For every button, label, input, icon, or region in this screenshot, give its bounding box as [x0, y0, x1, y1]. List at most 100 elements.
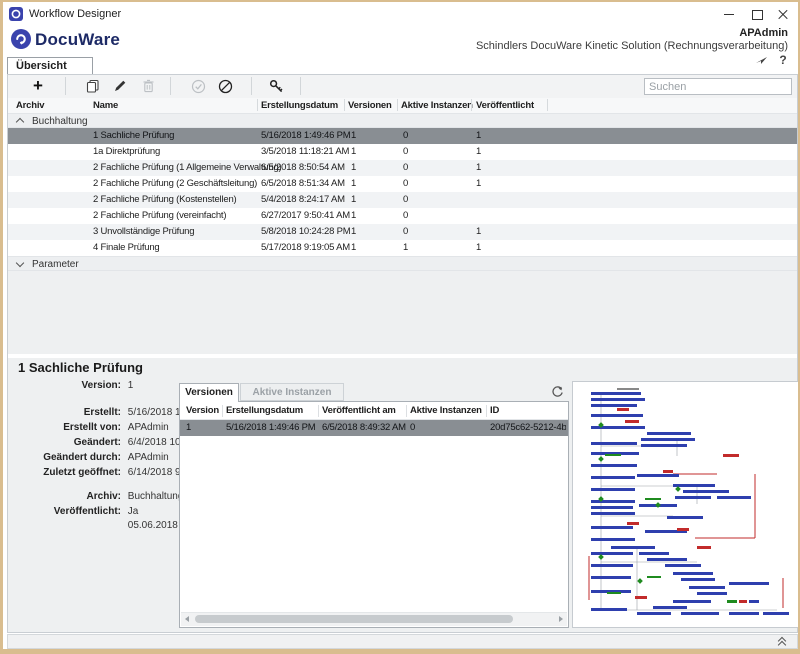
pencil-icon	[113, 79, 127, 93]
field-value: APAdmin	[128, 422, 169, 433]
row-versions: 1	[351, 176, 356, 192]
close-button[interactable]	[774, 7, 792, 22]
table-header: Archiv Name Erstellungsdatum Versionen A…	[8, 98, 797, 114]
versions-table: Version Erstellungsdatum Veröffentlicht …	[179, 401, 569, 628]
row-created: 6/27/2017 9:50:41 AM	[261, 208, 350, 224]
row-active: 0	[403, 176, 408, 192]
table-row[interactable]: 3 Unvollständige Prüfung 5/8/2018 10:24:…	[8, 224, 797, 240]
pin-icon[interactable]	[754, 53, 768, 66]
refresh-button[interactable]	[549, 384, 565, 400]
unpublish-button[interactable]	[212, 76, 238, 96]
column-header-name[interactable]: Name	[93, 98, 118, 113]
horizontal-scrollbar[interactable]	[181, 612, 567, 626]
help-icon[interactable]: ?	[776, 53, 790, 66]
vcolumn-erstellungsdatum[interactable]: Erstellungsdatum	[226, 403, 303, 419]
vcolumn-version[interactable]: Version	[186, 403, 219, 419]
check-circle-icon	[191, 79, 206, 94]
group-header-buchhaltung[interactable]: Buchhaltung	[8, 113, 797, 128]
scroll-left-arrow-icon[interactable]	[185, 616, 189, 622]
search-input[interactable]	[644, 78, 792, 95]
row-name: 2 Fachliche Prüfung (vereinfacht)	[93, 208, 226, 224]
table-row[interactable]: 1a Direktprüfung 3/5/2018 11:18:21 AM 1 …	[8, 144, 797, 160]
minimize-button[interactable]	[720, 7, 738, 22]
collapse-panel-button[interactable]	[775, 636, 789, 648]
scroll-right-arrow-icon[interactable]	[559, 616, 563, 622]
edit-button[interactable]	[107, 76, 133, 96]
copy-icon	[86, 79, 100, 93]
vrow-published-at: 6/5/2018 8:49:32 AM	[322, 420, 408, 436]
publish-button[interactable]	[185, 76, 211, 96]
detail-field: Veröffentlicht: Ja	[16, 505, 138, 519]
row-name: 2 Fachliche Prüfung (Kostenstellen)	[93, 192, 237, 208]
field-label: Geändert:	[16, 436, 121, 450]
workflow-preview-panel[interactable]	[572, 381, 799, 628]
permissions-button[interactable]	[263, 76, 289, 96]
row-active: 0	[403, 192, 408, 208]
vcolumn-aktive-instanzen[interactable]: Aktive Instanzen	[410, 403, 482, 419]
scrollbar-thumb[interactable]	[195, 615, 513, 623]
row-versions: 1	[351, 192, 356, 208]
vrow-created: 5/16/2018 1:49:46 PM	[226, 420, 320, 436]
row-active: 1	[403, 240, 408, 256]
add-workflow-button[interactable]: +	[25, 76, 51, 96]
plus-icon: +	[33, 77, 43, 95]
delete-button[interactable]	[135, 76, 161, 96]
row-created: 6/5/2018 8:51:34 AM	[261, 176, 345, 192]
row-published: 1	[476, 128, 481, 144]
table-row[interactable]: 2 Fachliche Prüfung (Kostenstellen) 5/4/…	[8, 192, 797, 208]
column-header-archiv[interactable]: Archiv	[16, 98, 44, 113]
column-header-erstellungsdatum[interactable]: Erstellungsdatum	[261, 98, 338, 113]
table-row[interactable]: 1 Sachliche Prüfung 5/16/2018 1:49:46 PM…	[8, 128, 797, 144]
group-label: Parameter	[32, 257, 79, 272]
row-published: 1	[476, 176, 481, 192]
column-header-veroeffentlicht[interactable]: Veröffentlicht	[476, 98, 534, 113]
vcolumn-id[interactable]: ID	[490, 403, 499, 419]
vrow-id: 20d75c62-5212-4bbe-9e14-e	[490, 420, 566, 436]
versions-panel: Versionen Aktive Instanzen Version Erste…	[179, 383, 569, 628]
row-created: 6/5/2018 8:50:54 AM	[261, 160, 345, 176]
row-name: 3 Unvollständige Prüfung	[93, 224, 194, 240]
docuware-logo-icon	[11, 29, 31, 49]
logged-in-user: APAdmin	[739, 27, 788, 39]
group-header-parameter[interactable]: Parameter	[8, 256, 797, 271]
table-row[interactable]: 2 Fachliche Prüfung (1 Allgemeine Verwal…	[8, 160, 797, 176]
key-icon	[269, 79, 284, 94]
detail-field: Erstellt von: APAdmin	[16, 421, 169, 435]
expand-caret-icon	[16, 259, 24, 267]
field-label: Archiv:	[16, 490, 121, 504]
table-row[interactable]: 2 Fachliche Prüfung (2 Geschäftsleitung)…	[8, 176, 797, 192]
row-published: 1	[476, 160, 481, 176]
versions-table-header: Version Erstellungsdatum Veröffentlicht …	[180, 403, 568, 420]
row-created: 5/4/2018 8:24:17 AM	[261, 192, 345, 208]
version-row[interactable]: 1 5/16/2018 1:49:46 PM 6/5/2018 8:49:32 …	[180, 420, 568, 436]
row-active: 0	[403, 224, 408, 240]
group-label: Buchhaltung	[32, 114, 88, 129]
toolbar-separator	[65, 77, 66, 95]
toolbar-separator	[251, 77, 252, 95]
vcolumn-veroeffentlicht-am[interactable]: Veröffentlicht am	[322, 403, 396, 419]
titlebar[interactable]: Workflow Designer	[3, 2, 798, 26]
table-row[interactable]: 2 Fachliche Prüfung (vereinfacht) 6/27/2…	[8, 208, 797, 224]
field-label: Geändert durch:	[16, 451, 121, 465]
row-versions: 1	[351, 208, 356, 224]
vrow-active: 0	[410, 420, 484, 436]
field-label: Zuletzt geöffnet:	[16, 466, 121, 480]
main-content: +	[7, 74, 798, 633]
toolbar-separator	[170, 77, 171, 95]
pane-splitter[interactable]	[8, 354, 797, 358]
row-published: 1	[476, 240, 481, 256]
app-icon	[9, 7, 23, 21]
field-label: Erstellt:	[16, 406, 121, 420]
copy-button[interactable]	[80, 76, 106, 96]
row-published: 1	[476, 144, 481, 160]
table-row[interactable]: 4 Finale Prüfung 5/17/2018 9:19:05 AM 1 …	[8, 240, 797, 256]
column-header-aktive-instanzen[interactable]: Aktive Instanzen	[401, 98, 473, 113]
row-published: 1	[476, 224, 481, 240]
column-header-versionen[interactable]: Versionen	[348, 98, 392, 113]
tab-uebersicht[interactable]: Übersicht	[7, 57, 93, 74]
tab-versionen[interactable]: Versionen	[179, 383, 239, 402]
maximize-button[interactable]	[748, 7, 766, 22]
tab-aktive-instanzen[interactable]: Aktive Instanzen	[240, 383, 344, 401]
block-icon	[218, 79, 233, 94]
row-name: 1a Direktprüfung	[93, 144, 160, 160]
